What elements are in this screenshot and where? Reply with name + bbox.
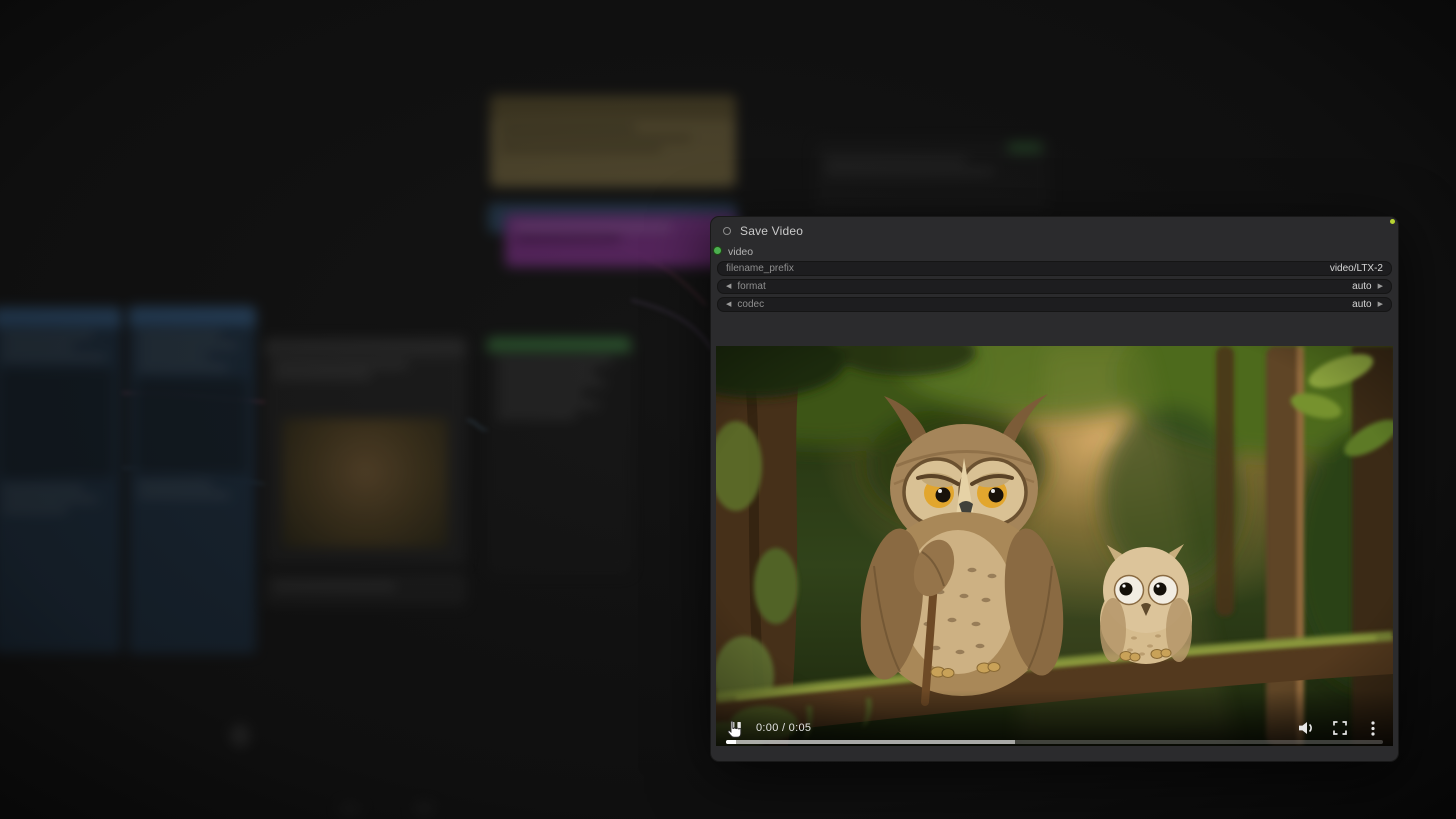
widget-value: auto — [1352, 281, 1372, 292]
time-display: 0:00 / 0:05 — [756, 722, 812, 734]
widget-label: filename_prefix — [726, 263, 794, 274]
video-controls: 0:00 / 0:05 — [726, 719, 1383, 737]
input-slot-row: video — [711, 242, 1398, 258]
codec-widget[interactable]: ◀ codec auto ▶ — [717, 297, 1392, 312]
fullscreen-icon — [1333, 721, 1347, 735]
background-smudge — [412, 802, 436, 816]
volume-button[interactable] — [1297, 719, 1317, 737]
save-video-node[interactable]: Save Video video filename_prefix video/L… — [710, 216, 1399, 762]
background-ghost-cursor — [230, 724, 250, 748]
collapse-dot[interactable] — [723, 227, 731, 235]
widget-value: auto — [1352, 299, 1372, 310]
background-thumbnail — [282, 418, 448, 548]
video-input-label: video — [728, 246, 754, 258]
widget-label: codec — [737, 299, 765, 310]
filename-prefix-widget[interactable]: filename_prefix video/LTX-2 — [717, 261, 1392, 276]
background-node — [0, 307, 122, 653]
combo-left-arrow-icon[interactable]: ◀ — [726, 283, 731, 290]
background-node — [490, 95, 736, 187]
more-options-button[interactable] — [1363, 719, 1383, 737]
node-title: Save Video — [740, 224, 804, 238]
background-node — [264, 572, 466, 606]
video-preview[interactable]: 0:00 / 0:05 — [716, 346, 1393, 746]
fullscreen-button[interactable] — [1330, 719, 1350, 737]
format-widget[interactable]: ◀ format auto ▶ — [717, 279, 1392, 294]
pause-icon — [731, 721, 741, 735]
background-node — [128, 306, 256, 654]
progress-buffered — [726, 740, 1016, 744]
node-titlebar[interactable]: Save Video — [711, 217, 1398, 241]
widget-value: video/LTX-2 — [1329, 263, 1383, 274]
combo-right-arrow-icon[interactable]: ▶ — [1378, 283, 1383, 290]
volume-icon — [1299, 722, 1312, 734]
background-node — [487, 337, 631, 575]
background-node — [264, 338, 466, 566]
combo-left-arrow-icon[interactable]: ◀ — [726, 301, 731, 308]
widget-label: format — [737, 281, 766, 292]
owl-video-frame — [716, 346, 1393, 746]
video-input-slot[interactable] — [713, 246, 722, 255]
node-status-dot — [1390, 219, 1395, 224]
play-pause-button[interactable] — [726, 719, 746, 737]
background-node — [815, 140, 1050, 212]
background-smudge — [338, 802, 362, 816]
background-node — [505, 214, 736, 267]
progress-played — [726, 740, 736, 744]
combo-right-arrow-icon[interactable]: ▶ — [1378, 301, 1383, 308]
kebab-menu-icon — [1371, 720, 1375, 736]
screen: Save Video video filename_prefix video/L… — [0, 0, 1456, 819]
progress-bar[interactable] — [726, 740, 1383, 744]
